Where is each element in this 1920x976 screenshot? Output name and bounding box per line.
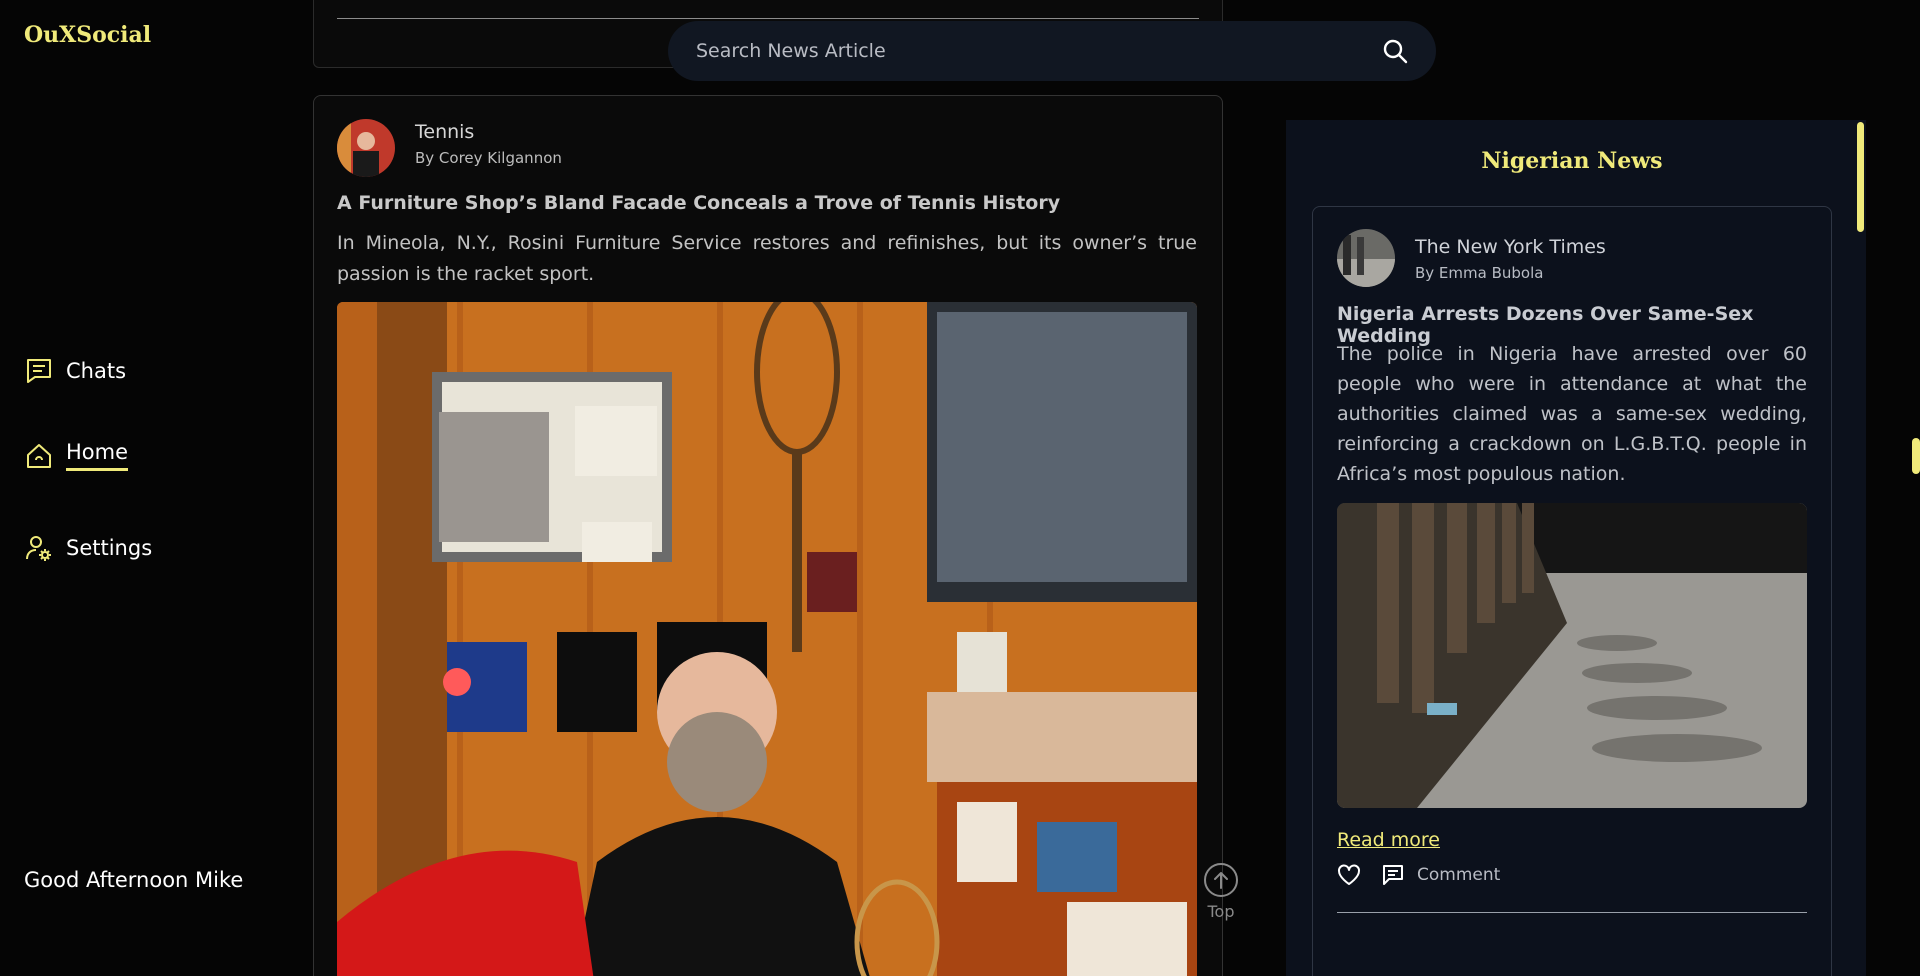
page-scrollbar[interactable] — [1912, 438, 1920, 474]
news-card-header: The New York Times By Emma Bubola — [1337, 229, 1606, 287]
arrow-up-circle-icon — [1204, 863, 1238, 897]
news-image[interactable] — [1337, 503, 1807, 808]
post-title[interactable]: A Furniture Shop’s Bland Facade Conceals… — [337, 192, 1060, 214]
post-category[interactable]: Tennis — [415, 121, 562, 143]
panel-title: Nigerian News — [1481, 148, 1663, 174]
divider — [1337, 912, 1807, 913]
comment-label: Comment — [1417, 865, 1501, 885]
chat-icon — [24, 356, 54, 386]
search-bar[interactable] — [668, 21, 1436, 81]
post-description: In Mineola, N.Y., Rosini Furniture Servi… — [337, 232, 1197, 285]
back-to-top-label: Top — [1207, 902, 1235, 921]
divider — [337, 18, 1199, 19]
sidebar-item-settings[interactable]: Settings — [24, 533, 152, 563]
news-source[interactable]: The New York Times — [1415, 236, 1606, 258]
news-description: The police in Nigeria have arrested over… — [1337, 343, 1807, 485]
user-settings-icon — [24, 533, 54, 563]
sidebar-item-chats[interactable]: Chats — [24, 356, 126, 386]
avatar[interactable] — [337, 119, 395, 177]
news-post-card: Tennis By Corey Kilgannon A Furniture Sh… — [313, 95, 1223, 976]
read-more-link[interactable]: Read more — [1337, 829, 1440, 851]
comment-icon — [1383, 865, 1403, 885]
app-logo[interactable]: OuXSocial — [24, 22, 151, 48]
news-card: The New York Times By Emma Bubola Nigeri… — [1312, 206, 1832, 976]
post-image[interactable] — [337, 302, 1197, 976]
panel-scrollbar[interactable] — [1857, 122, 1864, 232]
like-button[interactable] — [1337, 864, 1361, 886]
home-icon — [24, 441, 54, 471]
search-input[interactable] — [696, 40, 1382, 62]
avatar[interactable] — [1337, 229, 1395, 287]
sidebar-item-home[interactable]: Home — [24, 440, 129, 471]
back-to-top-button[interactable]: Top — [1202, 862, 1240, 921]
search-icon[interactable] — [1382, 38, 1408, 64]
comment-button[interactable]: Comment — [1381, 863, 1500, 887]
heart-icon — [1338, 864, 1360, 885]
greeting-text: Good Afternoon Mike — [24, 868, 244, 892]
sidebar-item-label: Settings — [66, 536, 153, 560]
news-actions: Comment — [1337, 863, 1500, 887]
post-header: Tennis By Corey Kilgannon — [337, 119, 562, 177]
sidebar-item-label: Chats — [66, 359, 127, 383]
post-author: By Corey Kilgannon — [415, 149, 562, 167]
sidebar-item-label: Home — [66, 440, 129, 471]
nigerian-news-panel: Nigerian News The New York Times By Emma… — [1286, 120, 1866, 976]
news-author: By Emma Bubola — [1415, 264, 1544, 282]
